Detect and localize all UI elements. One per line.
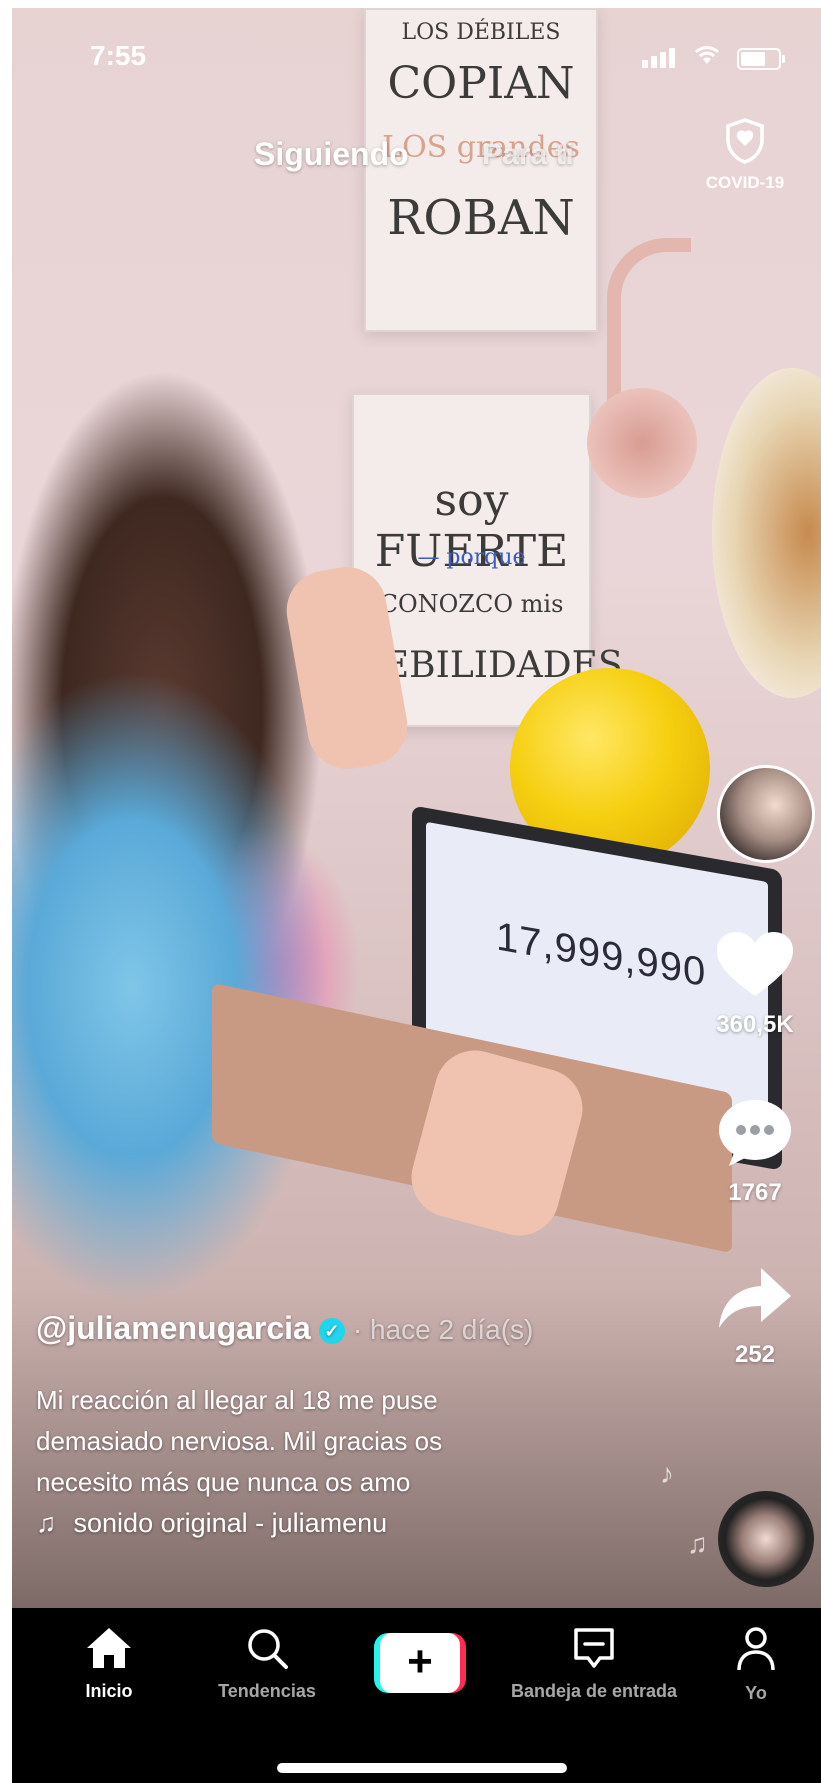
- nav-inbox-label: Bandeja de entrada: [510, 1681, 678, 1701]
- floating-note-icon: ♫: [687, 1528, 708, 1559]
- sound-link[interactable]: ♫ sonido original - juliamenu: [36, 1508, 387, 1539]
- nav-discover[interactable]: Tendencias: [202, 1626, 332, 1702]
- straw-hat: [712, 368, 821, 698]
- comment-icon: [717, 1100, 793, 1172]
- poster-line: CONOZCO mis: [379, 590, 564, 618]
- profile-icon: [736, 1627, 776, 1676]
- music-note-icon: ♫: [36, 1508, 57, 1538]
- like-button[interactable]: 360,5K: [705, 930, 805, 1039]
- comment-button[interactable]: 1767: [705, 1098, 805, 1207]
- creator-avatar[interactable]: [717, 765, 815, 863]
- tab-for-you[interactable]: Para ti: [482, 138, 574, 172]
- username[interactable]: @juliamenugarcia: [36, 1310, 311, 1346]
- status-bar: 7:55: [12, 8, 821, 108]
- heart-icon: [715, 932, 795, 1004]
- nav-profile[interactable]: Yo: [726, 1626, 786, 1704]
- nav-home-label: Inicio: [85, 1681, 133, 1701]
- nav-inbox[interactable]: Bandeja de entrada: [494, 1626, 694, 1702]
- signal-icon: [642, 48, 678, 68]
- create-button[interactable]: +: [374, 1633, 466, 1693]
- post-author[interactable]: @juliamenugarcia ✓ · hace 2 día(s): [36, 1310, 533, 1347]
- wifi-icon: [692, 42, 722, 73]
- poster-line: ROBAN: [387, 190, 575, 246]
- video-player[interactable]: LOS DÉBILES COPIAN LOS grandes ROBAN soy…: [12, 8, 821, 1608]
- inbox-icon: [572, 1628, 616, 1674]
- covid-label: COVID-19: [705, 173, 785, 192]
- status-time: 7:55: [90, 40, 147, 71]
- laptop-follower-counter: 17,999,990: [496, 914, 707, 996]
- poster-line: — porque: [417, 545, 526, 570]
- post-description[interactable]: Mi reacción al llegar al 18 me puse dema…: [36, 1380, 596, 1503]
- search-icon: [245, 1629, 289, 1674]
- home-icon: [85, 1628, 133, 1674]
- battery-icon: [737, 48, 785, 70]
- nav-home[interactable]: Inicio: [64, 1626, 154, 1702]
- tab-following[interactable]: Siguiendo: [254, 136, 409, 173]
- sound-title: sonido original - juliamenu: [73, 1508, 388, 1538]
- headphones: [587, 238, 717, 498]
- like-count: 360,5K: [716, 1011, 794, 1038]
- home-indicator[interactable]: [277, 1763, 567, 1773]
- share-count: 252: [734, 1341, 776, 1368]
- bottom-navigation: Inicio Tendencias + Bandeja de entrada Y…: [12, 1608, 821, 1783]
- share-icon: [717, 1268, 793, 1334]
- shield-icon: [725, 118, 765, 168]
- phone-screen: LOS DÉBILES COPIAN LOS grandes ROBAN soy…: [12, 8, 821, 1783]
- description-line: necesito más que nunca os amo: [36, 1467, 411, 1497]
- floating-note-icon: ♪: [660, 1458, 674, 1489]
- description-line: Mi reacción al llegar al 18 me puse: [36, 1385, 438, 1415]
- sound-disc[interactable]: [718, 1491, 814, 1587]
- share-button[interactable]: 252: [705, 1266, 805, 1369]
- nav-profile-label: Yo: [745, 1683, 767, 1703]
- covid-button[interactable]: COVID-19: [695, 118, 795, 193]
- post-time: · hace 2 día(s): [352, 1314, 534, 1345]
- verified-badge-icon: ✓: [318, 1318, 345, 1344]
- nav-discover-label: Tendencias: [218, 1681, 316, 1701]
- description-line: demasiado nerviosa. Mil gracias os: [36, 1426, 443, 1456]
- plus-icon: +: [380, 1633, 460, 1693]
- comment-count: 1767: [728, 1179, 782, 1206]
